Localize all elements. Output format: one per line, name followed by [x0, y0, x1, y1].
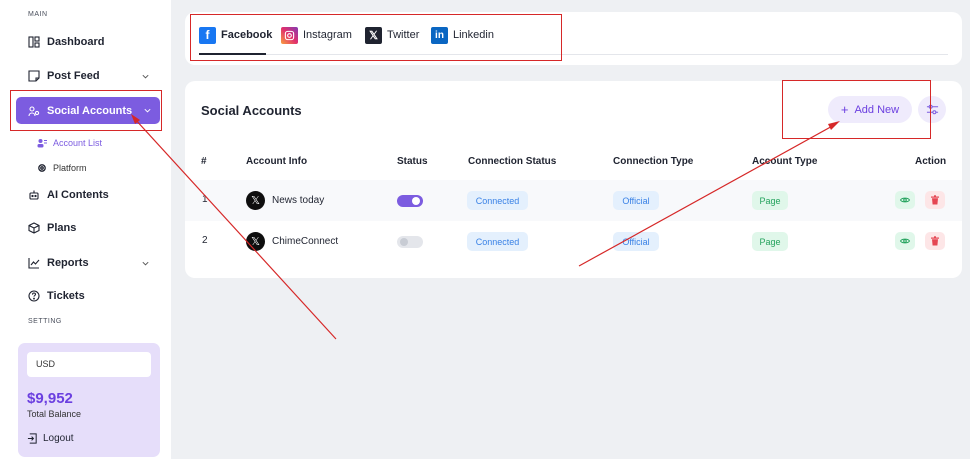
social-accounts-icon	[28, 105, 40, 117]
balance-amount: $9,952	[27, 390, 73, 407]
chevron-down-icon	[142, 261, 149, 266]
column-header-status: Status	[397, 156, 428, 167]
account-type-badge: Page	[752, 191, 788, 210]
eye-icon	[900, 238, 910, 244]
account-name: ChimeConnect	[272, 236, 339, 247]
tab-linkedin[interactable]: in Linkedin	[431, 25, 494, 45]
connection-type-badge: Official	[613, 232, 659, 251]
facebook-icon: f	[199, 26, 216, 44]
sidebar-item-label: Reports	[47, 257, 89, 269]
table-row: 1 𝕏 News today Connected Official Page	[185, 180, 962, 221]
table-row: 2 𝕏 ChimeConnect Connected Official Page	[185, 221, 962, 262]
account-type-badge: Page	[752, 232, 788, 251]
add-new-label: Add New	[854, 103, 900, 116]
accounts-card: Social Accounts + Add New # Account Info…	[185, 81, 962, 278]
instagram-icon	[281, 26, 298, 44]
plus-icon: +	[840, 102, 849, 117]
help-circle-icon	[28, 290, 40, 302]
platform-tabs-card: f Facebook Instagram 𝕏 Twitter in Linked…	[185, 12, 962, 65]
balance-label: Total Balance	[27, 409, 82, 419]
sidebar-item-label: Dashboard	[47, 36, 105, 48]
sidebar-subitem-label: Platform	[53, 163, 87, 173]
tab-divider	[199, 54, 948, 55]
robot-icon	[28, 189, 40, 201]
users-icon	[37, 138, 47, 148]
linkedin-icon: in	[431, 26, 448, 44]
view-button[interactable]	[895, 191, 915, 209]
sidebar-item-label: Plans	[47, 222, 77, 234]
column-header-connection-status: Connection Status	[468, 156, 557, 167]
tab-facebook[interactable]: f Facebook	[199, 25, 272, 45]
trash-icon	[931, 195, 939, 205]
sidebar-item-label: AI Contents	[47, 189, 109, 201]
sidebar-item-reports[interactable]: Reports	[28, 253, 154, 273]
sidebar-item-ai-contents[interactable]: AI Contents	[28, 185, 154, 205]
sidebar-subitem-platform[interactable]: Platform	[37, 163, 87, 173]
sidebar-item-label: Tickets	[47, 290, 85, 302]
tab-instagram[interactable]: Instagram	[281, 25, 352, 45]
section-label-setting: SETTING	[28, 318, 62, 323]
status-toggle[interactable]	[397, 236, 423, 248]
gear-icon	[37, 163, 47, 173]
section-label-main: MAIN	[28, 11, 48, 18]
column-header-account-info: Account Info	[246, 156, 308, 167]
sidebar-item-dashboard[interactable]: Dashboard	[28, 32, 154, 52]
trash-icon	[931, 236, 939, 246]
sidebar-item-label: Social Accounts	[47, 104, 133, 117]
column-header-action: Action	[915, 156, 947, 167]
balance-card: USD $9,952 Total Balance Logout	[18, 343, 160, 457]
page-title: Social Accounts	[201, 103, 302, 118]
tab-label: Linkedin	[453, 29, 494, 41]
eye-icon	[900, 197, 910, 203]
column-header-index: #	[201, 156, 207, 167]
row-index: 1	[202, 194, 208, 205]
sidebar-item-post-feed[interactable]: Post Feed	[28, 66, 154, 86]
sidebar-subitem-account-list[interactable]: Account List	[37, 138, 102, 148]
connection-status-badge: Connected	[467, 191, 528, 210]
sidebar: MAIN Dashboard Post Feed Social Accounts…	[0, 0, 171, 459]
account-info: 𝕏 News today	[246, 191, 324, 210]
chevron-down-icon	[142, 74, 149, 79]
logout-label: Logout	[43, 433, 74, 444]
post-feed-icon	[28, 70, 40, 82]
connection-type-badge: Official	[613, 191, 659, 210]
sliders-icon	[926, 104, 938, 115]
account-name: News today	[272, 195, 325, 206]
column-header-account-type: Account Type	[752, 156, 818, 167]
box-icon	[28, 222, 40, 234]
logout-button[interactable]: Logout	[27, 433, 74, 444]
add-new-button[interactable]: + Add New	[828, 96, 912, 123]
sidebar-item-label: Post Feed	[47, 70, 100, 82]
tab-twitter[interactable]: 𝕏 Twitter	[365, 25, 419, 45]
dashboard-icon	[28, 36, 40, 48]
x-twitter-icon: 𝕏	[365, 26, 382, 44]
active-tab-indicator	[199, 53, 266, 55]
connection-status-badge: Connected	[467, 232, 528, 251]
account-info: 𝕏 ChimeConnect	[246, 232, 338, 251]
sidebar-subitem-label: Account List	[53, 138, 103, 148]
logout-icon	[27, 433, 37, 444]
filter-button[interactable]	[918, 96, 946, 123]
x-twitter-icon: 𝕏	[246, 232, 265, 251]
delete-button[interactable]	[925, 232, 945, 250]
delete-button[interactable]	[925, 191, 945, 209]
x-twitter-icon: 𝕏	[246, 191, 265, 210]
sidebar-item-tickets[interactable]: Tickets	[28, 286, 154, 306]
sidebar-item-social-accounts[interactable]: Social Accounts	[16, 97, 160, 124]
column-header-connection-type: Connection Type	[613, 156, 694, 167]
row-index: 2	[202, 235, 208, 246]
chart-line-icon	[28, 257, 40, 269]
tab-label: Twitter	[387, 29, 420, 41]
chevron-down-icon	[144, 108, 151, 113]
tab-label: Instagram	[303, 29, 352, 41]
tab-label: Facebook	[221, 29, 273, 41]
status-toggle[interactable]	[397, 195, 423, 207]
currency-select[interactable]: USD	[27, 352, 151, 377]
view-button[interactable]	[895, 232, 915, 250]
sidebar-item-plans[interactable]: Plans	[28, 218, 154, 238]
